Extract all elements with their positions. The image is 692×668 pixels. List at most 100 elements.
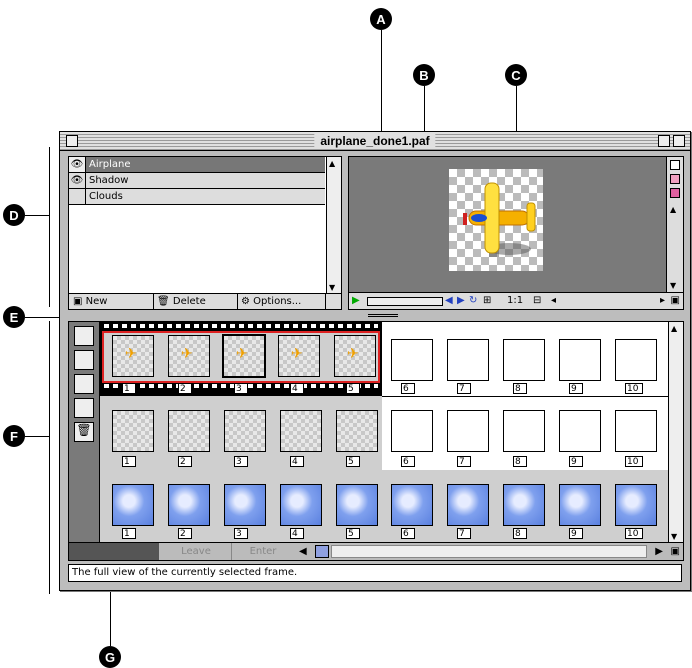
collapse-box[interactable]	[673, 135, 685, 147]
layers-panel: 👁 Airplane 👁 Shadow Clouds ▲ ▼ ▣ New 🗑 D…	[68, 156, 342, 310]
frame-number: 6	[401, 456, 415, 467]
frame-number: 2	[178, 383, 192, 394]
layer-row-airplane[interactable]: 👁 Airplane	[69, 157, 325, 173]
frame-number: 5	[346, 383, 360, 394]
frame-cell-empty[interactable]	[559, 410, 601, 452]
zoom-level: 1:1	[507, 295, 524, 306]
h-scroll-thumb[interactable]	[315, 545, 329, 558]
layers-toggle-icon[interactable]: ▣	[671, 543, 680, 560]
eye-icon[interactable]: 👁	[69, 173, 86, 188]
frame-options-icon[interactable]	[74, 398, 94, 418]
h-scroll-right-icon[interactable]: ▸	[660, 293, 665, 309]
frame-cell-empty[interactable]	[391, 410, 433, 452]
frame-cell[interactable]: ✈	[168, 335, 210, 377]
scroll-down-icon[interactable]: ▼	[329, 283, 335, 292]
frame-number: 9	[569, 456, 583, 467]
layer-band-clouds: 1 2 3 4 5 6 7 8 9 10	[100, 470, 668, 542]
h-scroll-left-icon[interactable]: ◂	[551, 293, 556, 309]
airplane-icon: ✈	[125, 346, 137, 362]
play-icon[interactable]: ▶	[352, 293, 360, 309]
onion-icon[interactable]	[670, 174, 680, 184]
zoom-out-icon[interactable]: ⊟	[533, 293, 541, 309]
eye-off-icon[interactable]	[69, 189, 86, 204]
frame-cell[interactable]	[224, 410, 266, 452]
layer-row-shadow[interactable]: 👁 Shadow	[69, 173, 325, 189]
frame-cell[interactable]	[336, 410, 378, 452]
frame-cell-empty[interactable]	[615, 410, 657, 452]
prev-frame-icon[interactable]: ◀	[445, 293, 453, 309]
insert-frame-icon[interactable]	[74, 350, 94, 370]
clipboard-icon[interactable]	[74, 374, 94, 394]
mask-icon[interactable]	[670, 188, 680, 198]
frame-number: 1	[122, 528, 136, 539]
loop-icon[interactable]: ↻	[469, 293, 477, 309]
frame-cell-empty[interactable]	[503, 410, 545, 452]
frame-cell[interactable]	[168, 484, 210, 526]
frame-number: 2	[178, 456, 192, 467]
scroll-up-icon[interactable]: ▲	[329, 159, 335, 168]
frame-cell-empty[interactable]	[503, 339, 545, 381]
timeline-scrollbar[interactable]: ▲ ▼	[668, 322, 683, 543]
h-scroll-track[interactable]	[331, 545, 647, 558]
status-bar: The full view of the currently selected …	[68, 564, 682, 582]
frame-cell-empty[interactable]	[615, 339, 657, 381]
frame-cell[interactable]	[559, 484, 601, 526]
zoom-in-icon[interactable]: ⊞	[483, 293, 491, 309]
frame-number: 4	[290, 383, 304, 394]
frame-cell[interactable]: ✈	[112, 335, 154, 377]
frame-cell-empty[interactable]	[559, 339, 601, 381]
divider-grip[interactable]	[368, 314, 398, 315]
frame-cell[interactable]	[503, 484, 545, 526]
callout-f: F	[3, 425, 25, 447]
zoom-box[interactable]	[658, 135, 670, 147]
h-scroll-right-icon[interactable]: ▶	[655, 543, 663, 560]
frame-cell[interactable]	[615, 484, 657, 526]
frame-number: 5	[346, 528, 360, 539]
scroll-up-icon[interactable]: ▲	[670, 205, 676, 214]
frame-number: 10	[625, 456, 643, 467]
h-scroll-left-icon[interactable]: ◀	[299, 543, 307, 560]
next-frame-icon[interactable]: ▶	[457, 293, 465, 309]
layers-scrollbar[interactable]: ▲ ▼	[326, 157, 341, 294]
frame-cell[interactable]	[391, 484, 433, 526]
frame-cell[interactable]	[112, 484, 154, 526]
frame-cell[interactable]	[336, 484, 378, 526]
trash-icon[interactable]: 🗑	[74, 422, 94, 442]
close-box[interactable]	[66, 135, 78, 147]
layers-toggle-icon[interactable]: ▣	[671, 293, 680, 309]
options-button[interactable]: ⚙ Options...	[237, 294, 326, 309]
film-holes	[104, 324, 378, 328]
frame-icon[interactable]	[670, 160, 680, 170]
leave-button[interactable]: Leave	[161, 543, 232, 560]
frame-cell-empty[interactable]	[447, 410, 489, 452]
frame-cell-current[interactable]: ✈	[222, 334, 266, 378]
scroll-down-icon[interactable]: ▼	[670, 281, 676, 290]
frame-number: 8	[513, 528, 527, 539]
delete-layer-button[interactable]: 🗑 Delete	[153, 294, 238, 309]
eye-icon[interactable]: 👁	[69, 157, 86, 172]
frame-cell[interactable]	[224, 484, 266, 526]
frame-number: 7	[457, 383, 471, 394]
frame-cell-empty[interactable]	[391, 339, 433, 381]
frame-cell[interactable]: ✈	[334, 335, 376, 377]
title-bar[interactable]: airplane_done1.paf	[60, 132, 690, 151]
frame-slider[interactable]	[367, 297, 443, 306]
frame-number: 8	[513, 456, 527, 467]
bracket-top	[49, 147, 50, 307]
layer-row-clouds[interactable]: Clouds	[69, 189, 325, 205]
new-frame-icon[interactable]	[74, 326, 94, 346]
enter-button[interactable]: Enter	[233, 543, 293, 560]
frame-cell[interactable]	[280, 484, 322, 526]
pane-divider[interactable]	[68, 313, 682, 318]
frame-cell-empty[interactable]	[447, 339, 489, 381]
divider-grip[interactable]	[368, 316, 398, 317]
scroll-up-icon[interactable]: ▲	[671, 324, 677, 333]
new-layer-button[interactable]: ▣ New	[69, 294, 154, 309]
frame-cell[interactable]: ✈	[278, 335, 320, 377]
frame-cell[interactable]	[280, 410, 322, 452]
scroll-down-icon[interactable]: ▼	[671, 532, 677, 541]
delete-label: Delete	[172, 296, 206, 307]
frame-cell[interactable]	[447, 484, 489, 526]
frame-cell[interactable]	[168, 410, 210, 452]
frame-cell[interactable]	[112, 410, 154, 452]
